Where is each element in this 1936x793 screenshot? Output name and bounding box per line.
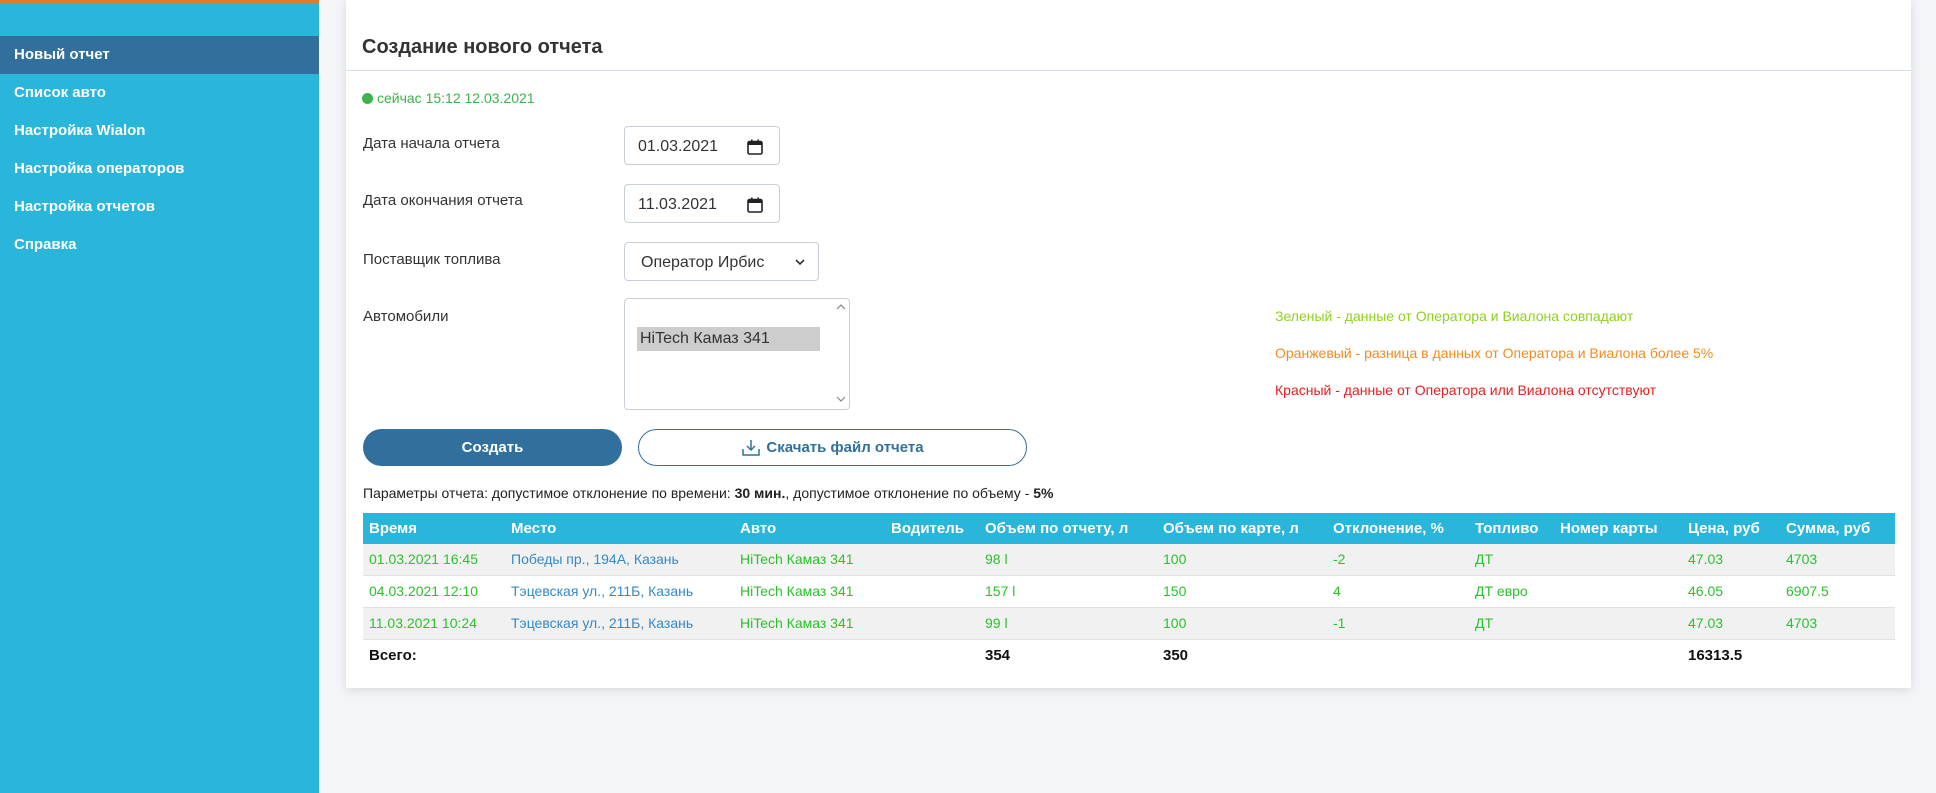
cell-fuel: ДТ евро <box>1475 583 1528 599</box>
cell-place-link[interactable]: Тэцевская ул., 211Б, Казань <box>511 608 693 639</box>
col-header-price[interactable]: Цена, руб <box>1688 513 1760 544</box>
col-header-driver[interactable]: Водитель <box>891 513 964 544</box>
status-text: сейчас 15:12 12.03.2021 <box>377 90 535 106</box>
fuel-supplier-select[interactable]: Оператор Ирбис <box>624 242 819 281</box>
params-middle: , допустимое отклонение по объему - <box>785 485 1034 501</box>
cell-car: HiTech Камаз 341 <box>740 615 854 631</box>
cars-multiselect[interactable]: HiTech Камаз 341 <box>624 298 850 410</box>
chevron-down-icon <box>795 259 805 266</box>
end-date-value: 11.03.2021 <box>638 196 717 213</box>
report-table: Время Место Авто Водитель Объем по отчет… <box>363 513 1895 672</box>
cars-label: Автомобили <box>363 308 449 325</box>
cell-deviation: -1 <box>1333 615 1346 631</box>
table-total-row: Всего: 354 350 16313.5 <box>363 640 1895 672</box>
table-header: Время Место Авто Водитель Объем по отчет… <box>363 513 1895 544</box>
legend-orange: Оранжевый - разница в данных от Оператор… <box>1275 345 1714 361</box>
sidebar-item-new-report[interactable]: Новый отчет <box>0 36 319 74</box>
cell-place-link[interactable]: Победы пр., 194А, Казань <box>511 544 679 575</box>
cell-card-volume: 150 <box>1163 583 1187 599</box>
cell-card-volume: 100 <box>1163 551 1187 567</box>
end-date-input[interactable]: 11.03.2021 <box>624 184 780 223</box>
sidebar-menu: Новый отчет Список авто Настройка Wialon… <box>0 36 319 264</box>
legend-green: Зеленый - данные от Оператора и Виалона … <box>1275 308 1634 324</box>
total-label: Всего: <box>369 647 417 664</box>
total-report-volume: 354 <box>985 647 1011 664</box>
col-header-card-volume[interactable]: Объем по карте, л <box>1163 513 1299 544</box>
col-header-sum[interactable]: Сумма, руб <box>1786 513 1870 544</box>
cell-place-link[interactable]: Тэцевская ул., 211Б, Казань <box>511 576 693 607</box>
cell-car: HiTech Камаз 341 <box>740 551 854 567</box>
end-date-label: Дата окончания отчета <box>363 192 523 209</box>
cell-deviation: -2 <box>1333 551 1346 567</box>
cell-fuel: ДТ <box>1475 551 1494 567</box>
create-button[interactable]: Создать <box>363 429 622 466</box>
download-report-label: Скачать файл отчета <box>766 439 924 456</box>
sidebar-item-cars-list[interactable]: Список авто <box>0 74 319 112</box>
cell-deviation: 4 <box>1333 583 1341 599</box>
report-card: Создание нового отчета сейчас 15:12 12.0… <box>346 0 1911 688</box>
cell-report-volume: 98 l <box>985 551 1008 567</box>
params-volume-value: 5% <box>1033 485 1054 501</box>
table-row: 11.03.2021 10:24 Тэцевская ул., 211Б, Ка… <box>363 608 1895 640</box>
sidebar-item-help[interactable]: Справка <box>0 226 319 264</box>
cell-time: 04.03.2021 12:10 <box>369 583 478 599</box>
cell-sum: 6907.5 <box>1786 583 1829 599</box>
fuel-supplier-label: Поставщик топлива <box>363 251 501 268</box>
start-date-value: 01.03.2021 <box>638 138 719 155</box>
cell-sum: 4703 <box>1786 615 1818 631</box>
sidebar-item-reports-settings[interactable]: Настройка отчетов <box>0 188 319 226</box>
calendar-icon[interactable] <box>747 139 763 155</box>
calendar-icon[interactable] <box>747 197 763 213</box>
legend-red: Красный - данные от Оператора или Виалон… <box>1275 382 1657 398</box>
cell-card-volume: 100 <box>1163 615 1187 631</box>
scroll-up-icon[interactable] <box>836 303 846 311</box>
car-option-selected[interactable]: HiTech Камаз 341 <box>637 327 820 351</box>
download-icon <box>742 439 761 456</box>
cell-time: 11.03.2021 10:24 <box>369 615 477 631</box>
sidebar: Новый отчет Список авто Настройка Wialon… <box>0 0 319 793</box>
sidebar-top-accent <box>0 0 319 3</box>
start-date-input[interactable]: 01.03.2021 <box>624 126 780 165</box>
col-header-deviation[interactable]: Отклонение, % <box>1333 513 1444 544</box>
status-indicator: сейчас 15:12 12.03.2021 <box>362 90 535 106</box>
col-header-card-number[interactable]: Номер карты <box>1560 513 1658 544</box>
status-dot-icon <box>362 92 373 104</box>
params-prefix: Параметры отчета: допустимое отклонение … <box>363 485 735 501</box>
cell-car: HiTech Камаз 341 <box>740 583 854 599</box>
params-time-value: 30 мин. <box>734 485 786 501</box>
col-header-place[interactable]: Место <box>511 513 556 544</box>
page-title: Создание нового отчета <box>362 36 603 58</box>
cell-price: 47.03 <box>1688 551 1724 567</box>
cell-price: 46.05 <box>1688 583 1724 599</box>
table-row: 04.03.2021 12:10 Тэцевская ул., 211Б, Ка… <box>363 576 1895 608</box>
title-divider <box>346 70 1911 71</box>
start-date-label: Дата начала отчета <box>363 135 500 152</box>
cell-sum: 4703 <box>1786 551 1818 567</box>
total-card-volume: 350 <box>1163 647 1189 664</box>
col-header-car[interactable]: Авто <box>740 513 776 544</box>
scroll-down-icon[interactable] <box>836 395 846 403</box>
sidebar-item-operators-settings[interactable]: Настройка операторов <box>0 150 319 188</box>
fuel-supplier-value: Оператор Ирбис <box>641 254 765 271</box>
cell-time: 01.03.2021 16:45 <box>369 551 478 567</box>
cell-price: 47.03 <box>1688 615 1724 631</box>
report-params: Параметры отчета: допустимое отклонение … <box>363 485 1053 501</box>
table-row: 01.03.2021 16:45 Победы пр., 194А, Казан… <box>363 544 1895 576</box>
sidebar-item-wialon-settings[interactable]: Настройка Wialon <box>0 112 319 150</box>
cell-report-volume: 99 l <box>985 615 1008 631</box>
col-header-report-volume[interactable]: Объем по отчету, л <box>985 513 1128 544</box>
total-sum: 16313.5 <box>1688 647 1743 664</box>
download-report-button[interactable]: Скачать файл отчета <box>638 429 1027 466</box>
col-header-fuel[interactable]: Топливо <box>1475 513 1538 544</box>
cell-report-volume: 157 l <box>985 583 1016 599</box>
col-header-time[interactable]: Время <box>369 513 417 544</box>
cell-fuel: ДТ <box>1475 615 1494 631</box>
